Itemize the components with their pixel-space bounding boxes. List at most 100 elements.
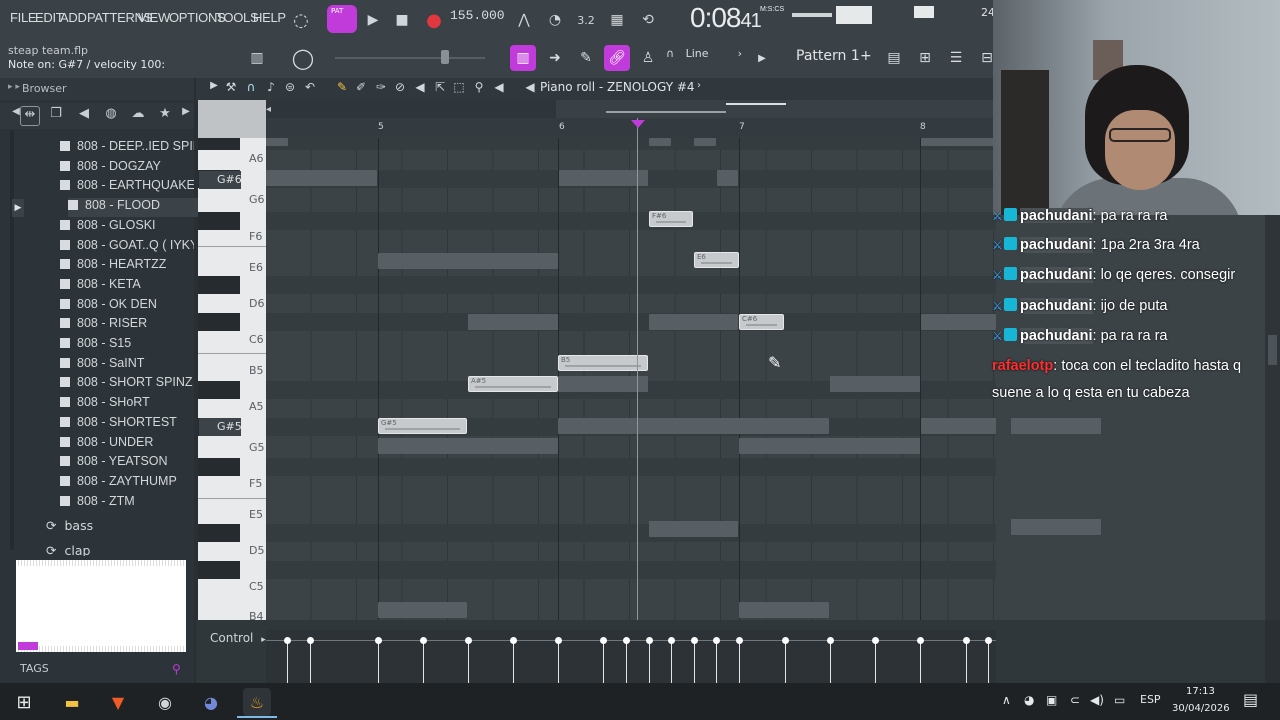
- zoom-tool-icon[interactable]: ⚲: [470, 80, 488, 98]
- black-key[interactable]: [198, 524, 240, 542]
- menu-tools[interactable]: TOOLS: [216, 10, 259, 25]
- velocity-bar[interactable]: [555, 637, 562, 683]
- velocity-bar[interactable]: [691, 637, 698, 683]
- speaker-icon[interactable]: ◀: [521, 80, 539, 98]
- arrow-right-icon[interactable]: ➜: [542, 45, 568, 71]
- master-pitch-slider[interactable]: [335, 57, 485, 59]
- folder-clap[interactable]: ⟳ clap: [46, 543, 90, 556]
- black-key[interactable]: [198, 313, 240, 331]
- velocity-bar[interactable]: [736, 637, 743, 683]
- black-key[interactable]: [198, 458, 240, 476]
- file-icon[interactable]: ❐: [46, 106, 66, 126]
- black-key[interactable]: [198, 212, 240, 230]
- add-pattern-icon[interactable]: +: [860, 48, 872, 64]
- vertical-scrollbar[interactable]: [1265, 215, 1280, 620]
- note-block[interactable]: A#5: [468, 376, 558, 392]
- step-edit-icon[interactable]: ▦: [605, 8, 629, 32]
- browser-file-row[interactable]: 808 - SHORTEST: [60, 415, 194, 434]
- velocity-bar[interactable]: [307, 637, 314, 683]
- note-block[interactable]: B5: [558, 355, 648, 371]
- star-icon[interactable]: ★: [155, 106, 175, 126]
- scrollbar-thumb[interactable]: [1268, 335, 1277, 365]
- sample-preview-waveform[interactable]: [16, 560, 186, 652]
- velocity-bar[interactable]: [872, 637, 879, 683]
- velocity-bar[interactable]: [284, 637, 291, 683]
- browser-file-row[interactable]: 808 - OK DEN: [60, 297, 194, 316]
- menu-help[interactable]: HELP: [253, 10, 286, 25]
- link-icon[interactable]: 🔗︎: [604, 45, 630, 71]
- browser-file-row[interactable]: 808 - ZAYTHUMP: [60, 474, 194, 493]
- velocity-bar[interactable]: [623, 637, 630, 683]
- pat-song-toggle[interactable]: PAT: [327, 5, 357, 33]
- note-block[interactable]: C#6: [739, 314, 784, 330]
- browser-file-row[interactable]: 808 - FLOOD: [68, 198, 202, 218]
- velocity-bar[interactable]: [827, 637, 834, 683]
- snap-select[interactable]: ∩ Line ›: [666, 47, 742, 67]
- black-key[interactable]: [198, 381, 240, 399]
- playhead[interactable]: [637, 118, 638, 620]
- globe-icon[interactable]: ◍: [101, 106, 121, 126]
- note-grid[interactable]: F#6 E6 C#6 B5 A#5 G#5: [266, 138, 996, 620]
- cloud-icon[interactable]: ☁: [128, 106, 148, 126]
- velocity-bar[interactable]: [510, 637, 517, 683]
- tray-expand-icon[interactable]: ∧: [1002, 693, 1011, 707]
- note-icon[interactable]: ♪: [262, 80, 280, 98]
- velocity-bar[interactable]: [782, 637, 789, 683]
- scroll-left-icon[interactable]: ◂: [266, 104, 284, 116]
- clock-date[interactable]: 30/04/2026: [1172, 703, 1230, 714]
- browser-file-row[interactable]: 808 - EARTHQUAKE: [60, 178, 194, 197]
- black-key[interactable]: [198, 561, 240, 579]
- folder-bass[interactable]: ⟳ bass: [46, 518, 93, 533]
- slip-tool-icon[interactable]: ⇱: [431, 80, 449, 98]
- note-block[interactable]: E6: [694, 252, 739, 268]
- file-explorer-icon[interactable]: ▬: [58, 688, 86, 716]
- velocity-bar[interactable]: [420, 637, 427, 683]
- velocity-bar[interactable]: [375, 637, 382, 683]
- black-key[interactable]: [198, 276, 240, 294]
- windows-start-icon[interactable]: ⊞: [10, 688, 38, 716]
- browser-file-row[interactable]: 808 - UNDER: [60, 435, 194, 454]
- network-icon[interactable]: ▭: [1114, 693, 1125, 707]
- black-key[interactable]: [198, 138, 240, 150]
- tempo-display[interactable]: 155.000: [450, 8, 505, 30]
- loop-record-icon[interactable]: ⟲: [636, 8, 660, 32]
- speaker-icon[interactable]: ◀: [74, 106, 94, 126]
- discord-icon[interactable]: ◕: [197, 688, 225, 716]
- velocity-bar[interactable]: [713, 637, 720, 683]
- note-block[interactable]: F#6: [649, 211, 693, 227]
- pencil-tool-icon[interactable]: ✎: [333, 80, 351, 98]
- control-target-select[interactable]: Control ▸: [210, 631, 266, 645]
- velocity-bar[interactable]: [917, 637, 924, 683]
- microphone-icon[interactable]: ⊂: [1070, 693, 1080, 707]
- piano-roll-menu-icon[interactable]: ▶: [205, 80, 223, 98]
- browser-file-row[interactable]: 808 - S15: [60, 336, 194, 355]
- obs-icon[interactable]: ◉: [151, 688, 179, 716]
- fl-studio-icon[interactable]: ♨: [243, 688, 271, 716]
- master-pitch-knob[interactable]: ◯: [290, 45, 316, 71]
- chevron-right-icon[interactable]: ›: [697, 80, 701, 91]
- magnet-icon[interactable]: ∩: [242, 80, 260, 98]
- wait-record-icon[interactable]: ◔: [543, 8, 567, 32]
- notifications-icon[interactable]: ▤: [1243, 690, 1258, 709]
- browser-file-row[interactable]: 808 - DOGZAY: [60, 159, 194, 178]
- tray-discord-icon[interactable]: ◕: [1024, 693, 1034, 707]
- browser-scrollbar[interactable]: [10, 130, 14, 550]
- search-icon[interactable]: ⚲: [172, 662, 181, 676]
- menu-file[interactable]: FILE: [10, 10, 37, 25]
- browser-file-row[interactable]: 808 - DEEP..IED SPINZZ: [60, 139, 194, 158]
- brave-browser-icon[interactable]: ▼: [104, 688, 132, 716]
- cpu-knob-icon[interactable]: ◌: [289, 8, 313, 32]
- mute-tool-icon[interactable]: ◀: [411, 80, 429, 98]
- slider-handle[interactable]: [441, 50, 449, 64]
- delete-tool-icon[interactable]: ⊘: [391, 80, 409, 98]
- select-tool-icon[interactable]: ⬚: [450, 80, 468, 98]
- piano-roll-view-button[interactable]: ▥: [510, 45, 536, 71]
- language-indicator[interactable]: ESP: [1140, 693, 1161, 706]
- playhead-marker-icon[interactable]: [631, 120, 645, 128]
- undo-icon[interactable]: ↶: [301, 80, 319, 98]
- browser-file-row[interactable]: 808 - SHoRT: [60, 395, 194, 414]
- browser-file-row[interactable]: 808 - SHORT SPINZ: [60, 375, 194, 394]
- play-button[interactable]: ▶: [361, 8, 385, 32]
- mixer-icon[interactable]: ⊞: [912, 45, 938, 71]
- brush-tool-icon[interactable]: ✐: [352, 80, 370, 98]
